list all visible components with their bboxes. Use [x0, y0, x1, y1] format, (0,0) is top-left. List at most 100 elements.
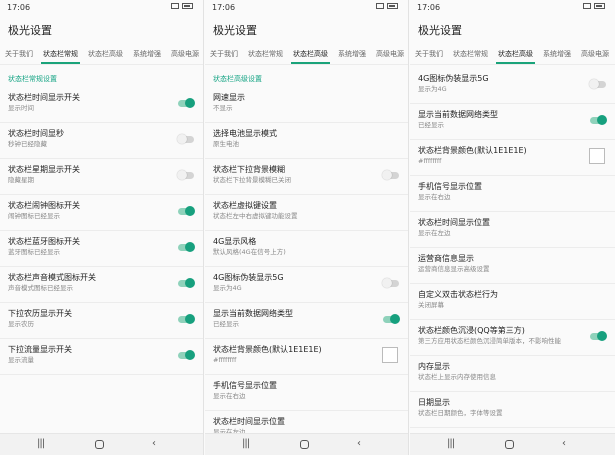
- setting-row[interactable]: 下拉农历显示开关 显示农历: [0, 303, 203, 339]
- toggle-switch[interactable]: [178, 350, 195, 360]
- toggle-switch[interactable]: [178, 242, 195, 252]
- home-icon[interactable]: [505, 440, 514, 449]
- setting-row[interactable]: 选择电池显示模式 原生电池: [205, 123, 408, 159]
- tab-system-enhance[interactable]: 系统增强: [128, 43, 166, 64]
- color-swatch[interactable]: [382, 347, 398, 363]
- setting-row[interactable]: 自定义双击状态栏行为 关闭屏幕: [410, 284, 615, 320]
- setting-row[interactable]: 下拉流量显示开关 显示流量: [0, 339, 203, 375]
- setting-row[interactable]: 状态栏时间显示开关 显示时间: [0, 87, 203, 123]
- setting-row[interactable]: 状态栏时间显秒 秒钟已经隐藏: [0, 123, 203, 159]
- setting-title: 内存显示: [418, 362, 450, 371]
- setting-summary: 显示农历: [8, 320, 34, 328]
- setting-row[interactable]: 状态栏背景颜色(默认1E1E1E) #ffffffff: [205, 339, 408, 375]
- recents-icon[interactable]: |||: [242, 438, 250, 450]
- setting-title: 状态栏闹钟图标开关: [8, 201, 80, 210]
- setting-row[interactable]: 4G图标伪装显示5G 显示为4G: [410, 68, 615, 104]
- setting-row[interactable]: 网速显示 不显示: [205, 87, 408, 123]
- setting-title: 状态栏时间显示位置: [213, 417, 285, 426]
- tab-system-enhance[interactable]: 系统增强: [538, 43, 576, 64]
- setting-title: 显示当前数据网络类型: [418, 110, 498, 119]
- toggle-switch[interactable]: [178, 98, 195, 108]
- tab-status-bar-general[interactable]: 状态栏常规: [448, 43, 493, 64]
- setting-row[interactable]: 状态栏时间显示位置 显示在左边: [410, 212, 615, 248]
- setting-summary: 声音模式图标已经显示: [8, 284, 73, 292]
- setting-row[interactable]: 状态栏下拉背景模糊 状态栏下拉背景模糊已关闭: [205, 159, 408, 195]
- back-icon[interactable]: ‹: [152, 438, 156, 450]
- setting-row[interactable]: 显示当前数据网络类型 已经显示: [205, 303, 408, 339]
- setting-title: 网速显示: [213, 93, 245, 102]
- tab-about[interactable]: 关于我们: [410, 43, 448, 64]
- battery-icon: [182, 3, 193, 9]
- tab-system-enhance[interactable]: 系统增强: [333, 43, 371, 64]
- setting-row[interactable]: 手机信号显示位置 显示在右边: [410, 176, 615, 212]
- setting-summary: #ffffffff: [213, 356, 237, 364]
- tab-about[interactable]: 关于我们: [0, 43, 38, 64]
- setting-row[interactable]: 状态栏背景颜色(默认1E1E1E) #ffffffff: [410, 140, 615, 176]
- setting-row[interactable]: 日期显示 状态栏日期颜色，字体等设置: [410, 392, 615, 428]
- screen-status-bar-advanced-scrolled: 17:06 极光设置 关于我们 状态栏常规 状态栏高级 系统增强 高级电源 4G…: [410, 0, 615, 455]
- setting-row[interactable]: 状态栏蓝牙图标开关 蓝牙图标已经显示: [0, 231, 203, 267]
- tab-about[interactable]: 关于我们: [205, 43, 243, 64]
- setting-title: 状态栏背景颜色(默认1E1E1E): [418, 146, 527, 155]
- setting-row[interactable]: 显示当前数据网络类型 已经显示: [410, 104, 615, 140]
- back-icon[interactable]: ‹: [562, 438, 566, 450]
- toggle-knob: [382, 278, 392, 288]
- color-swatch[interactable]: [589, 148, 605, 164]
- setting-title: 运营商信息显示: [418, 254, 474, 263]
- system-status-bar: 17:06: [0, 0, 203, 15]
- toggle-switch[interactable]: [382, 278, 399, 288]
- setting-row[interactable]: 状态栏虚拟键设置 状态栏左中右虚拟键功能设置: [205, 195, 408, 231]
- home-icon[interactable]: [300, 440, 309, 449]
- setting-summary: 已经显示: [418, 121, 444, 129]
- tab-status-bar-general[interactable]: 状态栏常规: [243, 43, 288, 64]
- tab-status-bar-advanced[interactable]: 状态栏高级: [493, 43, 538, 64]
- home-icon[interactable]: [95, 440, 104, 449]
- setting-row[interactable]: 状态栏声音模式图标开关 声音模式图标已经显示: [0, 267, 203, 303]
- setting-row[interactable]: 4G显示风格 默认风格(4G在信号上方): [205, 231, 408, 267]
- app-title: 极光设置: [418, 24, 462, 37]
- setting-row[interactable]: 状态栏闹钟图标开关 闹钟图标已经显示: [0, 195, 203, 231]
- tab-advanced-power[interactable]: 高级电源: [576, 43, 614, 64]
- setting-row[interactable]: 状态栏星期显示开关 隐藏星期: [0, 159, 203, 195]
- setting-row[interactable]: 运营商信息显示 运营商信息显示高级设置: [410, 248, 615, 284]
- back-icon[interactable]: ‹: [357, 438, 361, 450]
- toggle-switch[interactable]: [589, 79, 606, 89]
- tab-advanced-power[interactable]: 高级电源: [371, 43, 408, 64]
- tab-status-bar-advanced[interactable]: 状态栏高级: [288, 43, 333, 64]
- setting-row[interactable]: 状态栏颜色沉浸(QQ等第三方) 第三方应用状态栏颜色沉浸简单版本，不影响性能: [410, 320, 615, 356]
- recents-icon[interactable]: |||: [447, 438, 455, 450]
- toggle-switch[interactable]: [177, 134, 194, 144]
- setting-title: 状态栏颜色沉浸(QQ等第三方): [418, 326, 525, 335]
- setting-summary: 显示在右边: [213, 392, 246, 400]
- toggle-switch[interactable]: [177, 170, 194, 180]
- setting-summary: 关闭屏幕: [418, 301, 444, 309]
- tab-advanced-power[interactable]: 高级电源: [166, 43, 203, 64]
- section-header: 状态栏常规设置: [8, 75, 57, 83]
- setting-summary: 第三方应用状态栏颜色沉浸简单版本，不影响性能: [418, 337, 561, 345]
- setting-summary: 蓝牙图标已经显示: [8, 248, 60, 256]
- recents-icon[interactable]: |||: [37, 438, 45, 450]
- toggle-switch[interactable]: [178, 278, 195, 288]
- setting-row[interactable]: 状态栏时间显示位置 显示在左边: [205, 411, 408, 433]
- toggle-knob: [185, 350, 195, 360]
- tab-status-bar-general[interactable]: 状态栏常规: [38, 43, 83, 64]
- tab-status-bar-advanced[interactable]: 状态栏高级: [83, 43, 128, 64]
- signal-icon: [376, 3, 384, 9]
- toggle-switch[interactable]: [178, 206, 195, 216]
- setting-row[interactable]: 4G图标伪装显示5G 显示为4G: [205, 267, 408, 303]
- toggle-switch[interactable]: [382, 170, 399, 180]
- setting-row[interactable]: 手机信号显示位置 显示在右边: [205, 375, 408, 411]
- toggle-switch[interactable]: [383, 314, 400, 324]
- toggle-switch[interactable]: [590, 115, 607, 125]
- toggle-knob: [177, 134, 187, 144]
- toggle-knob: [185, 314, 195, 324]
- toggle-switch[interactable]: [178, 314, 195, 324]
- tab-bar: 关于我们 状态栏常规 状态栏高级 系统增强 高级电源: [205, 43, 408, 65]
- toggle-switch[interactable]: [590, 331, 607, 341]
- setting-summary: 显示流量: [8, 356, 34, 364]
- setting-summary: 显示为4G: [213, 284, 242, 292]
- navigation-bar: ||| ‹: [0, 433, 203, 455]
- setting-title: 下拉流量显示开关: [8, 345, 72, 354]
- setting-row[interactable]: 内存显示 状态栏上显示内存使用信息: [410, 356, 615, 392]
- setting-title: 状态栏蓝牙图标开关: [8, 237, 80, 246]
